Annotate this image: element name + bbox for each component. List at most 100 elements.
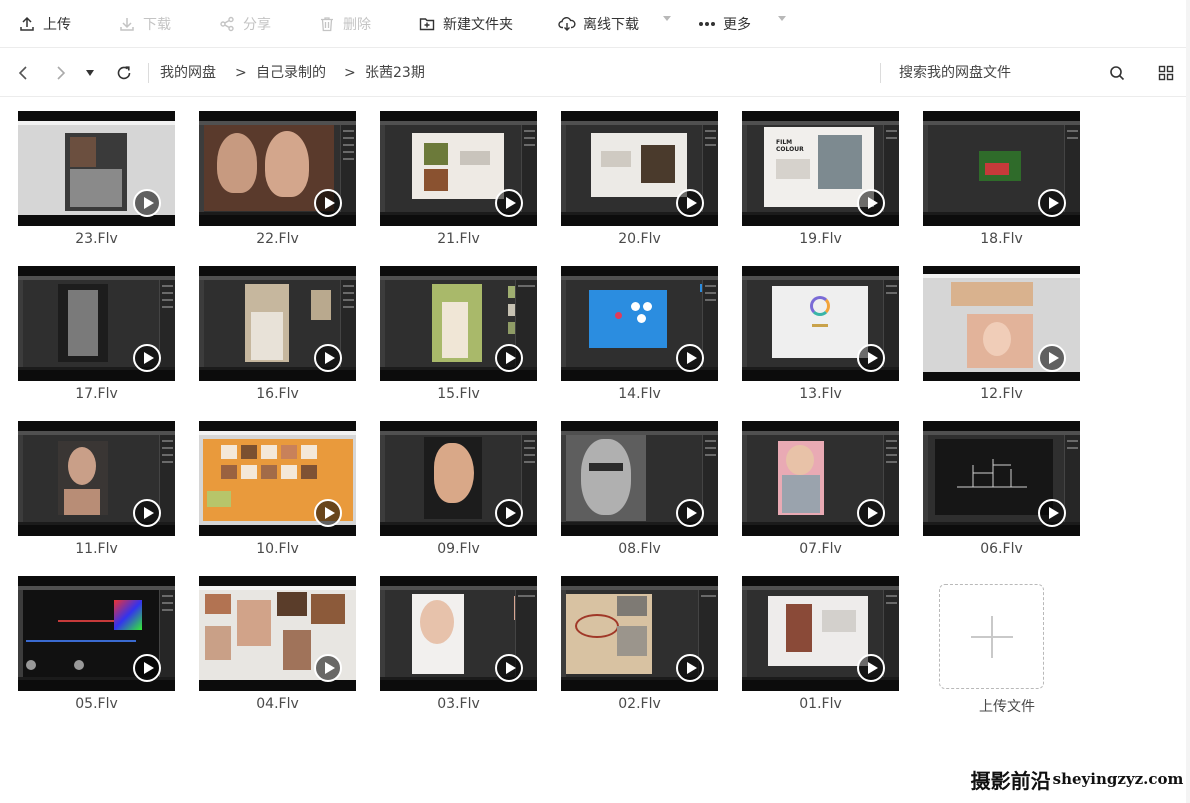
video-file-tile[interactable]: 13.Flv [742, 266, 899, 406]
video-thumbnail [923, 266, 1080, 381]
video-file-tile[interactable]: 18.Flv [923, 111, 1080, 251]
offline-download-button[interactable]: 离线下载 [558, 12, 639, 36]
play-icon [133, 344, 161, 372]
more-dropdown-icon[interactable] [778, 16, 786, 21]
back-button[interactable] [12, 62, 34, 84]
video-file-tile[interactable]: 23.Flv [18, 111, 175, 251]
file-name: 16.Flv [256, 386, 299, 402]
upload-button[interactable]: 上传 [18, 12, 71, 36]
video-thumbnail [199, 421, 356, 536]
video-file-tile[interactable]: 10.Flv [199, 421, 356, 561]
new-folder-icon [418, 15, 436, 33]
video-file-tile[interactable]: 07.Flv [742, 421, 899, 561]
forward-button[interactable] [50, 62, 72, 84]
video-file-tile[interactable]: 09.Flv [380, 421, 537, 561]
upload-file-tile[interactable] [939, 584, 1044, 689]
video-file-tile[interactable]: 17.Flv [18, 266, 175, 406]
cloud-download-icon [558, 15, 576, 33]
delete-button[interactable]: 删除 [318, 12, 371, 36]
play-icon [314, 654, 342, 682]
file-name: 10.Flv [256, 541, 299, 557]
download-button[interactable]: 下载 [118, 12, 171, 36]
video-file-tile[interactable]: 05.Flv [18, 576, 175, 716]
video-file-tile[interactable]: 22.Flv [199, 111, 356, 251]
video-thumbnail [923, 111, 1080, 226]
video-file-tile[interactable]: 11.Flv [18, 421, 175, 561]
vertical-scrollbar[interactable] [1186, 0, 1190, 803]
video-thumbnail [18, 266, 175, 381]
video-thumbnail [561, 576, 718, 691]
file-name: 23.Flv [75, 231, 118, 247]
search-icon [1110, 66, 1125, 81]
video-file-tile[interactable]: 04.Flv [199, 576, 356, 716]
play-icon [314, 344, 342, 372]
video-file-tile[interactable]: 06.Flv [923, 421, 1080, 561]
file-name: 03.Flv [437, 696, 480, 712]
file-name: 22.Flv [256, 231, 299, 247]
share-button[interactable]: 分享 [218, 12, 271, 36]
play-icon [676, 189, 704, 217]
divider [148, 63, 149, 83]
offline-download-dropdown-icon[interactable] [663, 16, 671, 21]
more-button[interactable]: 更多 [698, 12, 751, 36]
video-file-tile[interactable]: FILM COLOUR 19.Flv [742, 111, 899, 251]
file-name: 14.Flv [618, 386, 661, 402]
video-file-tile[interactable]: 02.Flv [561, 576, 718, 716]
play-icon [676, 654, 704, 682]
video-file-tile[interactable]: 21.Flv [380, 111, 537, 251]
search-input[interactable]: 搜索我的网盘文件 [899, 63, 1011, 83]
file-name: 15.Flv [437, 386, 480, 402]
refresh-button[interactable] [113, 62, 135, 84]
play-icon [1038, 344, 1066, 372]
new-folder-button[interactable]: 新建文件夹 [418, 12, 513, 36]
watermark-text: 摄影前沿 [970, 768, 1051, 793]
file-name: 09.Flv [437, 541, 480, 557]
video-thumbnail [380, 576, 537, 691]
offline-download-label: 离线下载 [583, 17, 639, 33]
video-thumbnail [18, 111, 175, 226]
video-file-tile[interactable]: 08.Flv [561, 421, 718, 561]
search-button[interactable] [1106, 62, 1128, 84]
breadcrumb-item-folder[interactable]: 自己录制的 [256, 63, 326, 83]
file-name: 17.Flv [75, 386, 118, 402]
play-icon [133, 499, 161, 527]
video-file-tile[interactable]: 16.Flv [199, 266, 356, 406]
play-icon [676, 344, 704, 372]
view-toggle-button[interactable] [1155, 62, 1177, 84]
play-icon [857, 499, 885, 527]
play-icon [314, 499, 342, 527]
video-thumbnail [380, 111, 537, 226]
share-label: 分享 [243, 17, 271, 33]
delete-label: 删除 [343, 17, 371, 33]
video-file-tile[interactable]: 15.Flv [380, 266, 537, 406]
play-icon [133, 189, 161, 217]
video-file-tile[interactable]: 20.Flv [561, 111, 718, 251]
file-name: 11.Flv [75, 541, 118, 557]
watermark-url: sheyingzyz.com [1052, 770, 1184, 788]
video-thumbnail [742, 576, 899, 691]
video-file-tile[interactable]: 14.Flv [561, 266, 718, 406]
toolbar: 上传 下载 分享 删除 新建文件夹 离线下载 更多 [0, 0, 1190, 48]
video-file-tile[interactable]: 01.Flv [742, 576, 899, 716]
file-name: 07.Flv [799, 541, 842, 557]
video-thumbnail: FILM COLOUR [742, 111, 899, 226]
video-file-tile[interactable]: 12.Flv [923, 266, 1080, 406]
breadcrumb-separator: > [235, 65, 247, 81]
play-icon [495, 344, 523, 372]
file-name: 08.Flv [618, 541, 661, 557]
breadcrumb-item-root[interactable]: 我的网盘 [160, 63, 216, 83]
file-name: 05.Flv [75, 696, 118, 712]
play-icon [676, 499, 704, 527]
play-icon [133, 654, 161, 682]
video-thumbnail [199, 576, 356, 691]
video-thumbnail [380, 266, 537, 381]
video-file-tile[interactable]: 03.Flv [380, 576, 537, 716]
share-icon [218, 15, 236, 33]
video-thumbnail [561, 266, 718, 381]
upload-file-label: 上传文件 [979, 699, 1035, 715]
play-icon [1038, 499, 1066, 527]
history-dropdown-button[interactable] [79, 62, 101, 84]
video-thumbnail [199, 111, 356, 226]
download-label: 下载 [143, 17, 171, 33]
play-icon [857, 189, 885, 217]
